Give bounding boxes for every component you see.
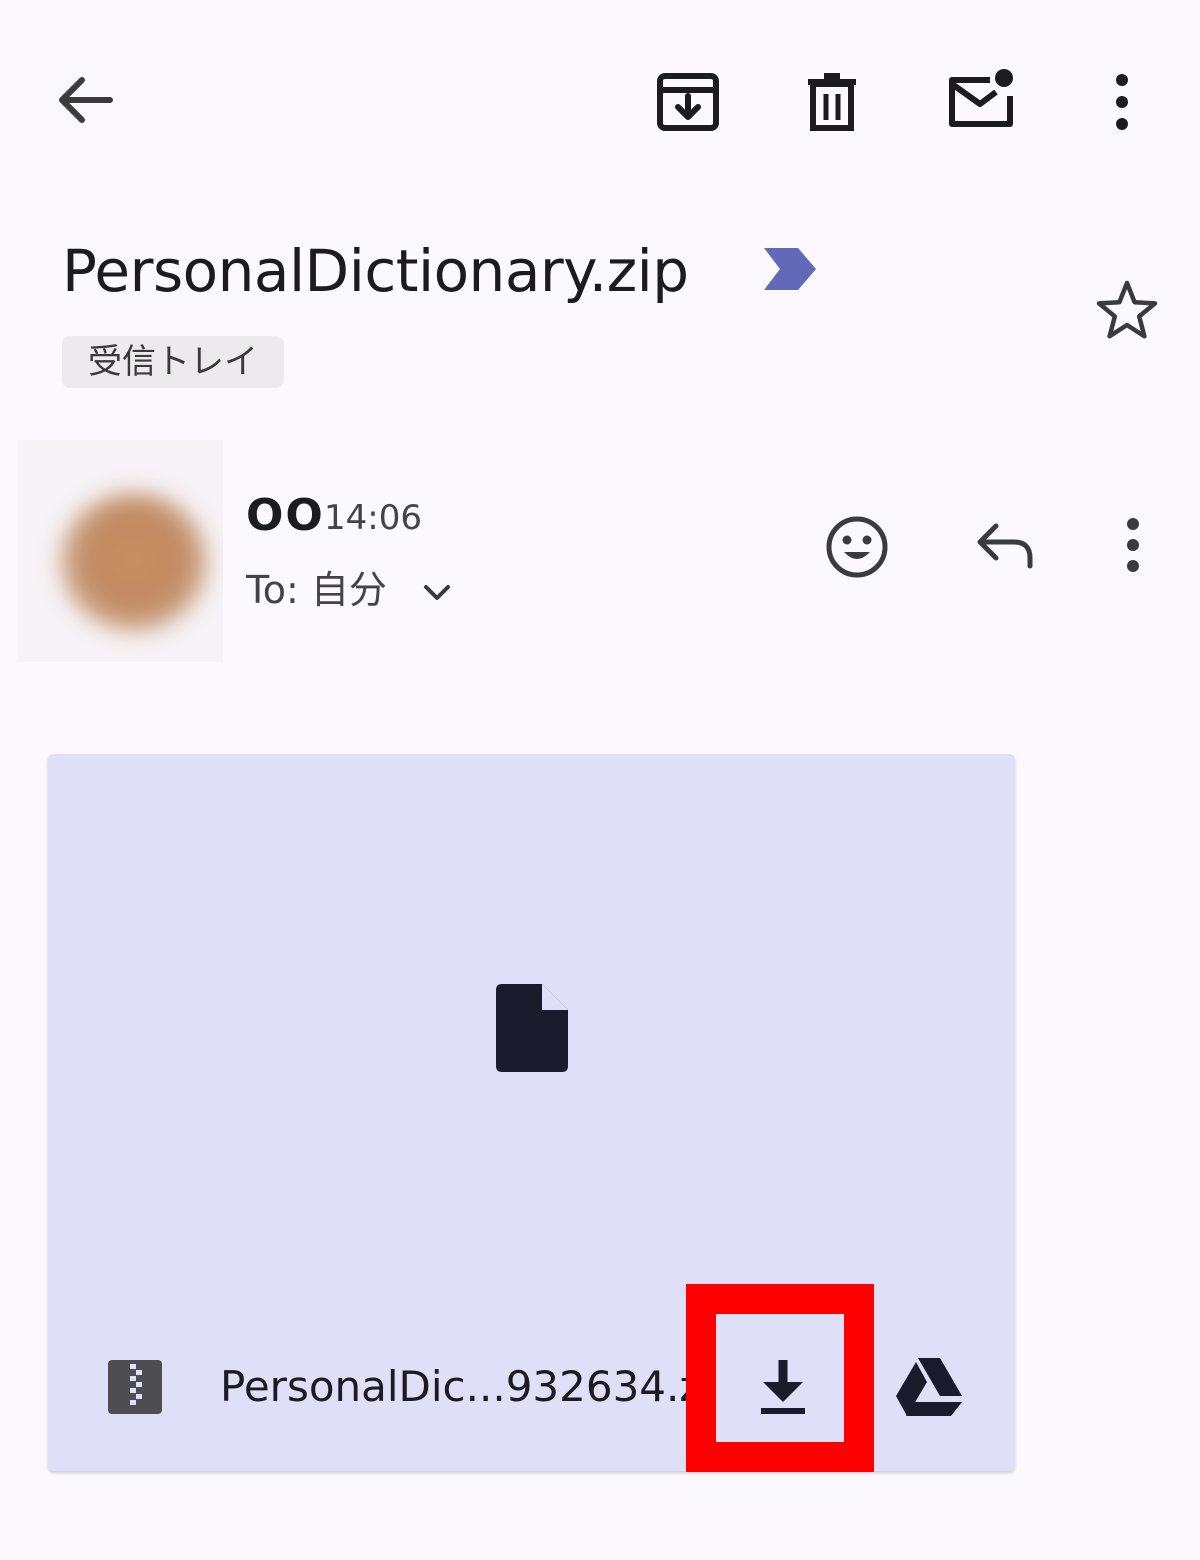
attachment-file-name: PersonalDic...932634.zip: [220, 1362, 690, 1411]
avatar[interactable]: [18, 440, 223, 662]
add-reaction-icon[interactable]: [822, 512, 892, 582]
label-chip-inbox[interactable]: 受信トレイ: [62, 336, 284, 388]
back-arrow-icon[interactable]: [52, 70, 116, 130]
reply-icon[interactable]: [972, 518, 1038, 574]
zip-file-icon: [106, 1358, 164, 1416]
more-vert-icon[interactable]: [1100, 68, 1144, 136]
chevron-down-icon[interactable]: [420, 576, 454, 610]
star-icon[interactable]: [1094, 278, 1160, 342]
more-vert-icon[interactable]: [1112, 510, 1154, 580]
mark-unread-icon[interactable]: [940, 66, 1020, 132]
delete-icon[interactable]: [800, 68, 864, 136]
attachment-card[interactable]: PersonalDic...932634.zip: [48, 754, 1015, 1472]
archive-icon[interactable]: [652, 68, 724, 136]
sender-name: OO: [246, 490, 325, 541]
sent-time: 14:06: [324, 498, 422, 538]
importance-marker-icon[interactable]: [760, 244, 822, 294]
file-icon: [492, 980, 572, 1076]
download-icon[interactable]: [753, 1354, 813, 1416]
message-subject: PersonalDictionary.zip: [62, 237, 689, 305]
save-to-drive-icon[interactable]: [894, 1354, 964, 1418]
recipients[interactable]: To: 自分: [246, 562, 387, 618]
